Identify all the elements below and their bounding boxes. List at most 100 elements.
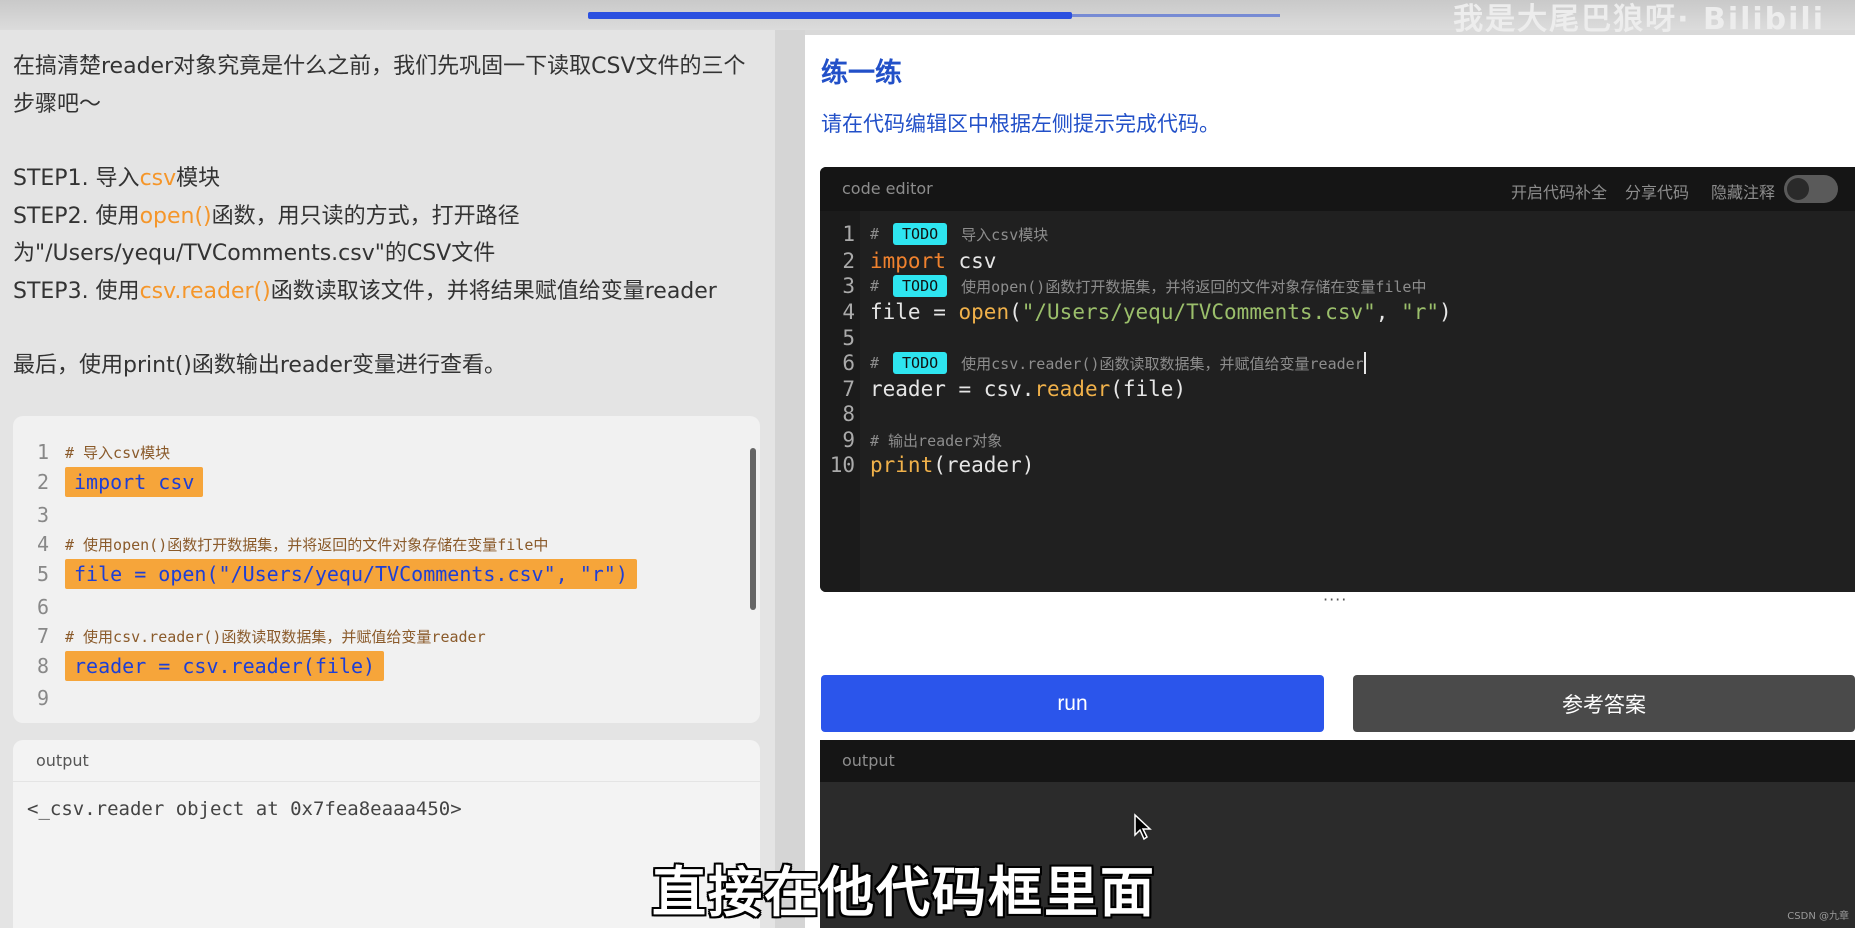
autocomplete-button[interactable]: 开启代码补全	[1511, 179, 1607, 203]
comment-text: 使用open()函数打开数据集，并将返回的文件对象存储在变量file中	[961, 277, 1427, 296]
code-line: 6	[13, 592, 49, 622]
scrollbar[interactable]	[750, 448, 756, 610]
code-editor[interactable]: code editor 开启代码补全 分享代码 隐藏注释 1 # TODO 导入cs…	[820, 167, 1855, 592]
code-line: 2 import csv	[13, 467, 204, 497]
line-number: 5	[36, 562, 49, 586]
line-number: 4	[36, 532, 49, 556]
code-line: 1 # 导入csv模块	[13, 437, 170, 467]
line-number: 10	[829, 453, 855, 477]
step-3-highlight: csv.reader()	[139, 278, 271, 304]
step-1-prefix: STEP1. 导入	[13, 166, 140, 191]
output-label: output	[820, 740, 1855, 782]
reference-answer-button[interactable]: 参考答案	[1353, 675, 1855, 732]
run-button[interactable]: run	[821, 675, 1324, 732]
code-line: 3	[13, 500, 49, 530]
todo-comment: # TODO 导入csv模块	[870, 223, 1048, 245]
practice-title: 练一练	[821, 58, 902, 89]
code-text: import csv	[870, 249, 996, 273]
code-part: (	[1009, 300, 1022, 324]
step-3: STEP3. 使用csv.reader()函数读取该文件，并将结果赋值给变量re…	[13, 273, 758, 311]
line-number: 9	[842, 428, 855, 452]
todo-badge: TODO	[893, 275, 948, 297]
step-1-highlight: csv	[139, 166, 177, 191]
comment-hash: #	[870, 225, 880, 243]
code-part: )	[1439, 300, 1452, 324]
function-name: reader	[1034, 377, 1111, 401]
code-part: ,	[1375, 300, 1402, 324]
hide-comments-label: 隐藏注释	[1711, 183, 1776, 202]
comment-text: 使用csv.reader()函数读取数据集，并赋值给变量reader	[961, 354, 1364, 373]
watermark: 我是大尾巴狼呀· Bilibili	[1453, 2, 1825, 37]
editor-title: code editor	[842, 179, 933, 198]
code-comment: # 导入csv模块	[65, 443, 171, 462]
code-part: (file)	[1110, 377, 1187, 401]
code-line: 7 # 使用csv.reader()函数读取数据集，并赋值给变量reader	[13, 621, 486, 651]
line-number: 1	[842, 222, 855, 246]
practice-hint: 请在代码编辑区中根据左侧提示完成代码。	[821, 112, 1220, 136]
code-line: 4 # 使用open()函数打开数据集，并将返回的文件对象存储在变量file中	[13, 529, 548, 559]
output-label: output	[13, 740, 760, 782]
code-comment: # 使用open()函数打开数据集，并将返回的文件对象存储在变量file中	[65, 535, 549, 554]
code-comment: # 输出reader对象	[870, 431, 1003, 450]
step-2: STEP2. 使用open()函数，用只读的方式，打开路径为"/Users/ye…	[13, 198, 758, 273]
editor-line: 1 # TODO 导入csv模块	[820, 219, 1048, 249]
comment-hash: #	[870, 277, 880, 295]
code-part: (reader)	[933, 453, 1035, 477]
line-number: 8	[842, 402, 855, 426]
comment-text: 导入csv模块	[961, 225, 1049, 244]
highlighted-code: import csv	[65, 467, 204, 497]
output-text: <_csv.reader object at 0x7fea8eaaa450>	[27, 798, 462, 820]
credit-text: CSDN @九章	[1787, 911, 1849, 922]
line-number: 6	[842, 351, 855, 375]
lesson-pane: 在搞清楚reader对象究竟是什么之前，我们先巩固一下读取CSV文件的三个步骤吧…	[0, 30, 775, 928]
todo-badge: TODO	[893, 352, 948, 374]
highlighted-code: file = open("/Users/yequ/TVComments.csv"…	[65, 559, 637, 589]
string-literal: "r"	[1401, 300, 1439, 324]
code-line: 9	[13, 683, 49, 713]
lesson-text: 在搞清楚reader对象究竟是什么之前，我们先巩固一下读取CSV文件的三个步骤吧…	[13, 48, 758, 385]
line-number: 9	[36, 686, 49, 710]
editor-line: 7 reader = csv.reader(file)	[820, 374, 1186, 404]
intro-paragraph: 在搞清楚reader对象究竟是什么之前，我们先巩固一下读取CSV文件的三个步骤吧…	[13, 54, 746, 117]
line-number: 6	[36, 595, 49, 619]
function-name: open	[958, 300, 1010, 324]
line-number: 7	[36, 624, 49, 648]
function-name: print	[870, 453, 934, 477]
step-3-prefix: STEP3. 使用	[13, 278, 140, 304]
step-2-prefix: STEP2. 使用	[13, 203, 140, 229]
code-text: reader = csv.reader(file)	[870, 377, 1186, 401]
editor-line: 4 file = open("/Users/yequ/TVComments.cs…	[820, 297, 1452, 327]
progress-fill	[588, 12, 1073, 19]
line-number: 4	[842, 300, 855, 324]
line-number: 8	[36, 654, 49, 678]
sample-code-panel[interactable]: 1 # 导入csv模块 2 import csv 3 4 # 使用open()函数打开…	[13, 416, 760, 723]
code-text: file = open("/Users/yequ/TVComments.csv"…	[870, 300, 1452, 324]
code-rest: csv	[945, 249, 997, 273]
text-caret	[1363, 352, 1366, 374]
line-number: 1	[36, 440, 49, 464]
line-number: 5	[842, 326, 855, 350]
practice-pane: 练一练 请在代码编辑区中根据左侧提示完成代码。 code editor 开启代码…	[805, 35, 1855, 928]
todo-comment: # TODO 使用open()函数打开数据集，并将返回的文件对象存储在变量file中	[870, 275, 1426, 297]
comment-hash: #	[870, 354, 880, 372]
share-code-button[interactable]: 分享代码	[1625, 179, 1689, 203]
editor-line: 10 print(reader)	[820, 450, 1035, 480]
sample-output-panel: output <_csv.reader object at 0x7fea8eaa…	[13, 740, 760, 928]
string-literal: "/Users/yequ/TVComments.csv"	[1021, 300, 1376, 324]
video-top-bar: 我是大尾巴狼呀· Bilibili	[0, 0, 1855, 37]
step-2-highlight: open()	[139, 203, 212, 229]
resize-handle[interactable]: ····	[1323, 590, 1347, 609]
final-instruction: 最后，使用print()函数输出reader变量进行查看。	[13, 353, 506, 378]
highlighted-code: reader = csv.reader(file)	[65, 651, 385, 681]
todo-comment: # TODO 使用csv.reader()函数读取数据集，并赋值给变量reader	[870, 352, 1366, 374]
code-line: 5 file = open("/Users/yequ/TVComments.csv…	[13, 559, 637, 589]
toggle-knob	[1787, 178, 1809, 200]
todo-badge: TODO	[893, 223, 948, 245]
hide-comments-toggle[interactable]	[1784, 175, 1838, 203]
line-number: 2	[36, 470, 49, 494]
pane-divider[interactable]	[775, 30, 805, 928]
line-number: 7	[842, 377, 855, 401]
code-comment: # 使用csv.reader()函数读取数据集，并赋值给变量reader	[65, 627, 486, 646]
line-number: 3	[36, 503, 49, 527]
step-1-suffix: 模块	[176, 166, 221, 191]
